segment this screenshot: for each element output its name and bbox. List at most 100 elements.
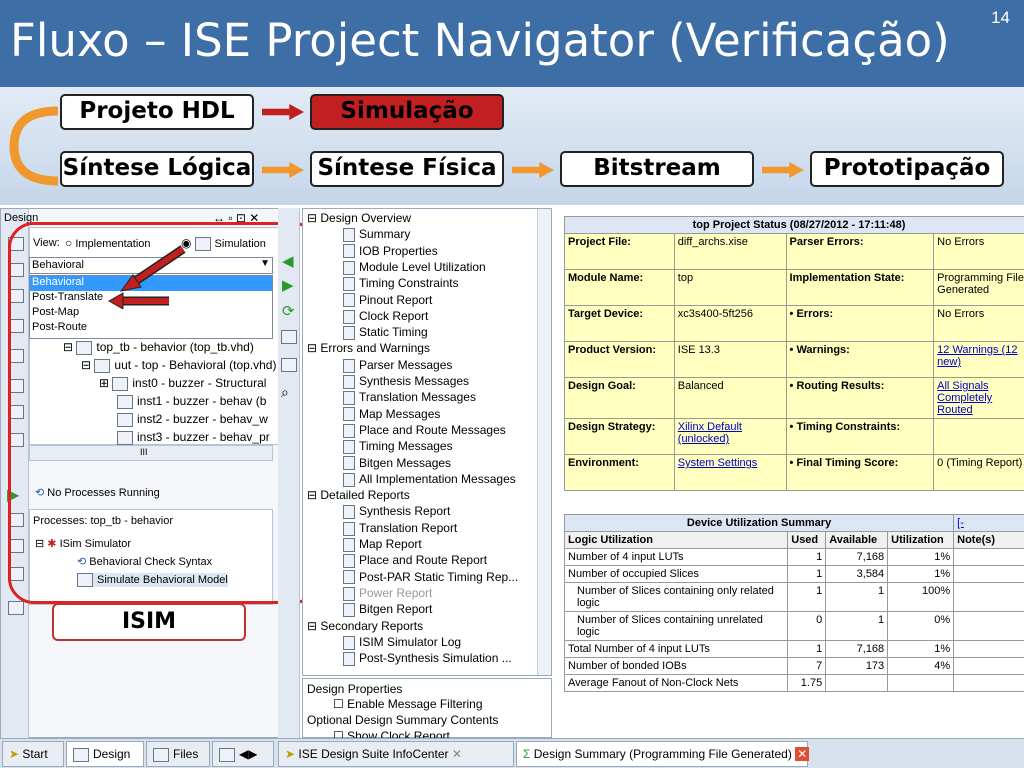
nav-item[interactable]: Clock Report — [343, 309, 428, 324]
close-icon[interactable]: ✕ — [795, 747, 810, 761]
forward-icon[interactable]: ▶ — [282, 276, 294, 294]
nav-item[interactable]: Parser Messages — [343, 358, 452, 373]
status-label: Project File: — [564, 233, 675, 270]
report-icon — [343, 293, 355, 308]
status-row: Project File: diff_archs.xise Parser Error… — [564, 233, 1024, 270]
nav-section[interactable]: ⊟ Errors and Warnings — [307, 341, 430, 355]
table-cell — [887, 674, 955, 692]
nav-section[interactable]: ⊟ Design Overview — [307, 211, 411, 225]
tab-design[interactable]: Design — [66, 741, 144, 767]
close-icon[interactable]: ✕ — [452, 747, 462, 761]
report-icon — [343, 391, 355, 406]
arrow-icon — [512, 162, 554, 178]
util-header: Note(s) — [953, 531, 1024, 549]
nav-item[interactable]: Timing Constraints — [343, 276, 459, 292]
collapse-icon[interactable]: ⊟ — [307, 341, 320, 355]
nav-item[interactable]: Translation Messages — [343, 390, 476, 406]
nav-item[interactable]: Map Messages — [343, 407, 440, 422]
collapse-icon[interactable]: ⊟ — [307, 619, 320, 633]
report-icon — [343, 423, 355, 438]
nav-item[interactable]: Timing Messages — [343, 439, 453, 455]
tab-files[interactable]: Files — [146, 741, 210, 767]
status-label: Environment: — [564, 454, 675, 491]
checkbox-icon[interactable]: ☐ — [333, 697, 344, 711]
table-cell: 1% — [887, 640, 955, 658]
status-label: Target Device: — [564, 305, 675, 342]
table-cell — [953, 565, 1024, 583]
nav-item[interactable]: Power Report — [343, 586, 432, 601]
report-icon — [343, 440, 355, 455]
collapse-icon[interactable]: ⊟ — [307, 488, 320, 502]
toolbar-icon[interactable] — [281, 330, 297, 344]
table-cell: 7,168 — [825, 548, 889, 566]
nav-item[interactable]: Place and Route Messages — [343, 423, 506, 438]
nav-item[interactable]: Static Timing — [343, 325, 428, 340]
table-cell: 1 — [787, 582, 827, 612]
back-icon[interactable]: ◀ — [282, 252, 294, 270]
table-cell: 1.75 — [787, 674, 827, 692]
table-cell: 1 — [825, 611, 889, 641]
tab-start[interactable]: ➤ Start — [2, 741, 64, 767]
start-icon: ➤ — [9, 747, 20, 761]
report-icon — [343, 456, 355, 471]
status-label: Product Version: — [564, 341, 675, 378]
find-icon[interactable]: ⌕ — [281, 384, 289, 401]
status-label: Module Name: — [564, 269, 675, 306]
report-icon — [343, 472, 355, 487]
nav-item[interactable]: Pinout Report — [343, 293, 432, 308]
util-header: Used — [787, 531, 827, 549]
vertical-scrollbar[interactable] — [537, 209, 551, 675]
scroll-arrows-icon[interactable]: ◀▶ — [239, 747, 257, 761]
nav-item[interactable]: Module Level Utilization — [343, 260, 486, 275]
table-cell — [953, 674, 1024, 692]
property-checkbox[interactable]: ☐ Enable Message Filtering — [333, 697, 483, 711]
table-cell — [953, 582, 1024, 612]
nav-item[interactable]: Translation Report — [343, 521, 457, 536]
report-icon — [343, 505, 355, 520]
nav-item[interactable]: Map Report — [343, 537, 422, 552]
nav-item[interactable]: Synthesis Report — [343, 504, 450, 520]
table-cell: Number of 4 input LUTs — [563, 548, 789, 566]
table-row: Number of Slices containing only related… — [563, 582, 1024, 612]
collapse-link[interactable]: [- — [953, 514, 1024, 532]
report-icon — [343, 651, 355, 666]
status-value[interactable]: System Settings — [673, 454, 787, 491]
slide-title: Fluxo – ISE Project Navigator (Verificaç… — [10, 14, 950, 67]
nav-item[interactable]: Summary — [343, 227, 410, 243]
nav-item[interactable]: Place and Route Report — [343, 553, 487, 569]
status-value[interactable]: All Signals Completely Routed — [933, 377, 1024, 419]
report-icon — [343, 570, 355, 585]
toolbar-icon[interactable] — [8, 601, 24, 615]
nav-item[interactable]: All Implementation Messages — [343, 472, 516, 487]
design-summary-navigator: ⊟ Design Overview Summary IOB Properties Mo… — [302, 208, 552, 676]
tab-infocenter[interactable]: ➤ ISE Design Suite InfoCenter ✕ — [278, 741, 514, 767]
status-value[interactable]: 12 Warnings (12 new) — [933, 341, 1024, 378]
table-cell: Average Fanout of Non-Clock Nets — [563, 674, 789, 692]
refresh-icon[interactable]: ⟳ — [282, 302, 295, 320]
toolbar-icon[interactable] — [281, 358, 297, 372]
nav-item[interactable]: Post-PAR Static Timing Rep... — [343, 570, 518, 585]
nav-section[interactable]: ⊟ Detailed Reports — [307, 488, 410, 502]
tab-design-summary[interactable]: Σ Design Summary (Programming File Gener… — [516, 741, 810, 767]
status-row: Design Goal: Balanced • Routing Results: Al… — [564, 377, 1024, 419]
nav-item[interactable]: Post-Synthesis Simulation ... — [343, 651, 512, 666]
highlight-ring — [8, 222, 320, 604]
tab-overflow[interactable]: ◀▶ — [212, 741, 274, 767]
nav-section[interactable]: ⊟ Secondary Reports — [307, 619, 423, 633]
status-value[interactable]: Xilinx Default (unlocked) — [673, 418, 787, 455]
collapse-icon[interactable]: ⊟ — [307, 211, 320, 225]
status-label: • Routing Results: — [785, 377, 935, 419]
bottom-tab-bar: ➤ Start Design Files ◀▶ ➤ ISE Design Sui… — [0, 738, 1024, 768]
util-header: Available — [825, 531, 889, 549]
status-row: Product Version: ISE 13.3 • Warnings: 12 Wa… — [564, 341, 1024, 378]
table-cell: Number of Slices containing only related… — [563, 582, 789, 612]
nav-item[interactable]: Synthesis Messages — [343, 374, 469, 389]
nav-item[interactable]: IOB Properties — [343, 244, 438, 259]
table-cell: 3,584 — [825, 565, 889, 583]
nav-item[interactable]: ISIM Simulator Log — [343, 635, 461, 650]
status-value: 0 (Timing Report) — [933, 454, 1024, 491]
nav-item[interactable]: Bitgen Report — [343, 602, 432, 618]
nav-item[interactable]: Bitgen Messages — [343, 456, 451, 471]
flow-box-simulacao: Simulação — [310, 94, 504, 130]
flow-box-projeto-hdl: Projeto HDL — [60, 94, 254, 130]
